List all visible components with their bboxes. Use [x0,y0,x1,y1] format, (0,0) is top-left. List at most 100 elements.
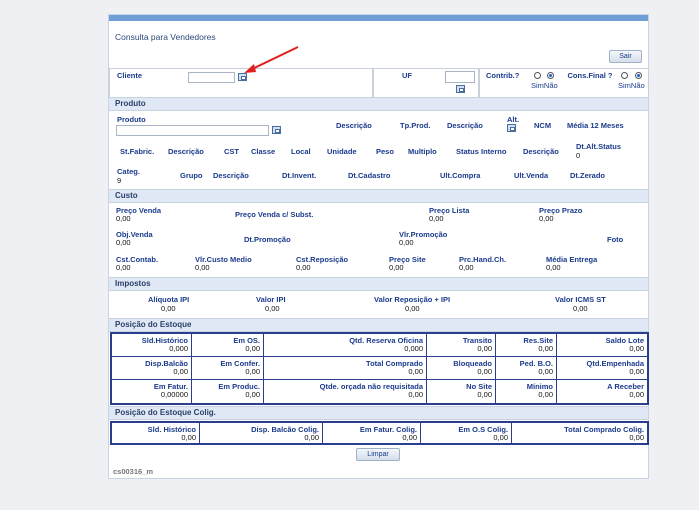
st-fabric-label: St.Fabric. [120,147,155,156]
media12-label: Média 12 Meses [567,121,624,130]
valor-icms-st-value: 0,00 [573,304,588,313]
estoque-colig-cell: Total Comprado Colig. 0,00 [512,423,647,445]
custo-section-header: Custo [109,189,648,203]
footer-code: cs00316_m [113,467,154,476]
uf-lookup-icon[interactable] [456,85,465,93]
consfinal-label: Cons.Final ? [567,71,613,80]
multiplo-label: Multiplo [408,147,437,156]
estoque-colig-cell-value: 0,00 [304,433,319,442]
estoque-cell: Bloqueado 0,00 [427,357,496,380]
preco-lista-value: 0,00 [429,214,444,223]
estoque-colig-cell-value: 0,00 [402,433,417,442]
ult-venda-label: Ult.Venda [514,171,549,180]
estoque-cell: Transito 0,00 [427,334,496,357]
descricao-label-5: Descrição [213,171,249,180]
status-interno-label: Status Interno [456,147,507,156]
categ-value: 9 [117,176,122,185]
estoque-colig-grid: Sld. Histórico 0,00 Disp. Balcão Colig. 0,0… [110,421,649,445]
preco-site-value: 0,00 [389,263,404,272]
impostos-section-header: Impostos [109,277,648,291]
produto-section-header: Produto [109,97,648,111]
estoque-cell-value: 0,00 [629,367,644,376]
estoque-colig-cell: Em O.S Colig. 0,00 [421,423,512,445]
estoque-cell: No Site 0,00 [427,380,496,403]
dt-invent-label: Dt.Invent. [282,171,317,180]
aliquota-ipi-label: Alíquota IPI [148,295,190,304]
estoque-cell-value: 0,000 [404,344,423,353]
aliquota-ipi-value: 0,00 [161,304,176,313]
media-entrega-value: 0,00 [546,263,561,272]
annotation-arrow-icon [244,46,299,73]
preco-venda-value: 0,00 [116,214,131,223]
estoque-colig-cell: Disp. Balcão Colig. 0,00 [200,423,323,445]
estoque-cell-value: 0,00 [245,390,260,399]
estoque-cell: Saldo Lote 0,00 [557,334,647,357]
estoque-cell: A Receber 0,00 [557,380,647,403]
dt-zerado-label: Dt.Zerado [570,171,606,180]
cliente-input[interactable] [188,72,235,83]
consfinal-nao-radio[interactable] [635,72,642,79]
estoque-cell: Res.Site 0,00 [496,334,557,357]
estoque-cell: Qtd. Reserva Oficina 0,000 [264,334,427,357]
estoque-cell-value: 0,00 [477,367,492,376]
estoque-cell: Em Produc. 0,00 [192,380,264,403]
estoque-cell: Em Fatur. 0,00000 [112,380,192,403]
prc-hand-value: 0,00 [459,263,474,272]
valor-ipi-value: 0,00 [265,304,280,313]
estoque-cell: Qtd.Empenhada 0,00 [557,357,647,380]
sair-button[interactable]: Sair [609,50,642,63]
contrib-sim-radio[interactable] [534,72,541,79]
dt-promocao-label: Dt.Promoção [244,235,291,244]
estoque-cell-value: 0,00 [538,390,553,399]
dt-alt-status-label: Dt.Alt.Status [576,142,621,151]
estoque-cell: Total Comprado 0,00 [264,357,427,380]
unidade-label: Unidade [327,147,357,156]
estoque-cell: Em OS. 0,00 [192,334,264,357]
limpar-button[interactable]: Limpar [356,448,400,461]
vlr-promocao-value: 0,00 [399,238,414,247]
estoque-cell-value: 0,00 [477,344,492,353]
descricao-label-2: Descrição [447,121,483,130]
uf-label: UF [402,71,412,80]
estoque-grid: Sld.Histórico 0,000 Em OS. 0,00 Qtd. Reserva… [110,332,649,405]
estoque-section-header: Posição do Estoque [109,318,648,332]
valor-reposicao-ipi-value: 0,00 [405,304,420,313]
top-accent-bar [109,15,648,21]
alt-lookup-icon[interactable] [507,124,516,132]
vlr-custo-medio-value: 0,00 [195,263,210,272]
valor-reposicao-ipi-label: Valor Reposição + IPI [374,295,451,304]
estoque-cell-value: 0,00 [245,344,260,353]
estoque-colig-cell-value: 0,00 [493,433,508,442]
dt-alt-status-value: 0 [576,151,581,160]
ult-compra-label: Ult.Compra [440,171,481,180]
estoque-cell-value: 0,00 [629,390,644,399]
categ-label: Categ. [117,167,140,176]
consfinal-options: SimNão [618,81,645,90]
produto-input[interactable] [116,125,269,136]
alt-label: Alt. [507,115,520,124]
grupo-label: Grupo [180,171,203,180]
contrib-nao-radio[interactable] [547,72,554,79]
classe-label: Classe [251,147,276,156]
foto-label[interactable]: Foto [607,235,623,244]
uf-input[interactable] [445,71,475,83]
cliente-label: Cliente [117,71,143,80]
cst-contab-value: 0,00 [116,263,131,272]
estoque-colig-section-header: Posição do Estoque Colig. [109,406,648,420]
estoque-colig-cell-value: 0,00 [181,433,196,442]
estoque-cell-value: 0,00000 [160,390,188,399]
estoque-cell-value: 0,00 [173,367,188,376]
peso-label: Peso [376,147,394,156]
estoque-cell: Mínimo 0,00 [496,380,557,403]
estoque-colig-cell: Sld. Histórico 0,00 [112,423,200,445]
tp-prod-label: Tp.Prod. [400,121,431,130]
page-title: Consulta para Vendedores [115,32,216,42]
valor-icms-st-label: Valor ICMS ST [555,295,606,304]
contrib-label: Contrib.? [486,71,520,80]
estoque-cell: Em Confer. 0,00 [192,357,264,380]
descricao-label-3: Descrição [168,147,204,156]
produto-lookup-icon[interactable] [272,126,281,134]
dt-cadastro-label: Dt.Cadastro [348,171,391,180]
estoque-cell: Ped. B.O. 0,00 [496,357,557,380]
consfinal-sim-radio[interactable] [621,72,628,79]
